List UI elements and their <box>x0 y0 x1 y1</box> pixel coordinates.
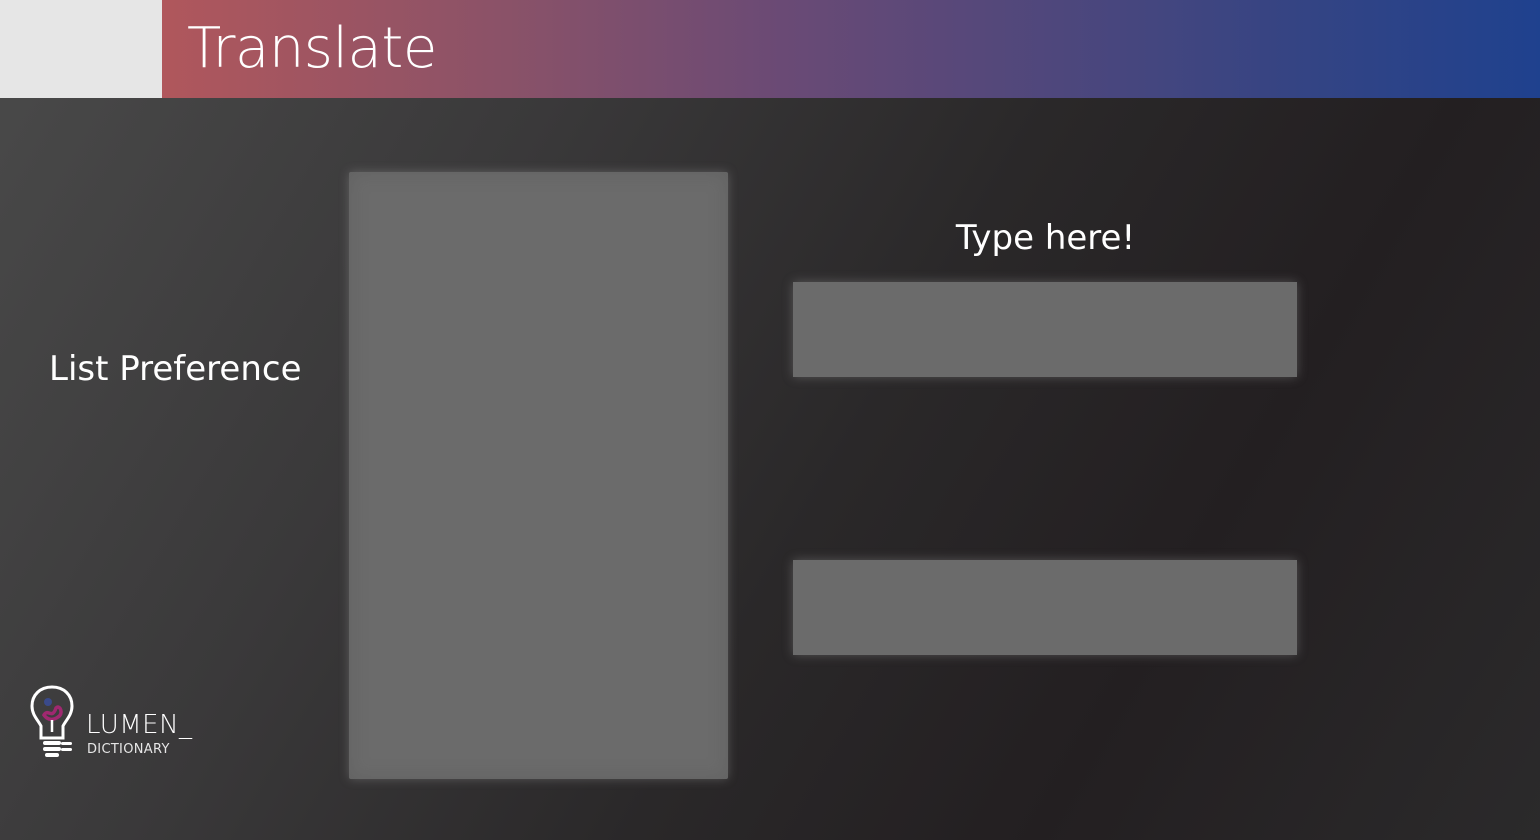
logo-wordmark: LUMEN_ <box>86 710 193 740</box>
list-preference-listbox[interactable] <box>349 172 728 779</box>
menu-slot[interactable] <box>0 0 162 98</box>
source-text-input[interactable] <box>793 282 1297 377</box>
title-banner: Translate <box>162 0 1540 98</box>
lightbulb-icon <box>30 685 74 757</box>
translation-output-field[interactable] <box>793 560 1297 655</box>
translate-screen: Translate List Preference Type here! LUM… <box>0 0 1540 840</box>
logo-subtitle: DICTIONARY <box>87 742 170 757</box>
top-bar: Translate <box>0 0 1540 98</box>
page-title: Translate <box>187 16 437 81</box>
list-preference-label: List Preference <box>49 349 302 389</box>
type-here-label: Type here! <box>955 218 1136 258</box>
lumen-dictionary-logo: LUMEN_ DICTIONARY <box>28 684 218 764</box>
